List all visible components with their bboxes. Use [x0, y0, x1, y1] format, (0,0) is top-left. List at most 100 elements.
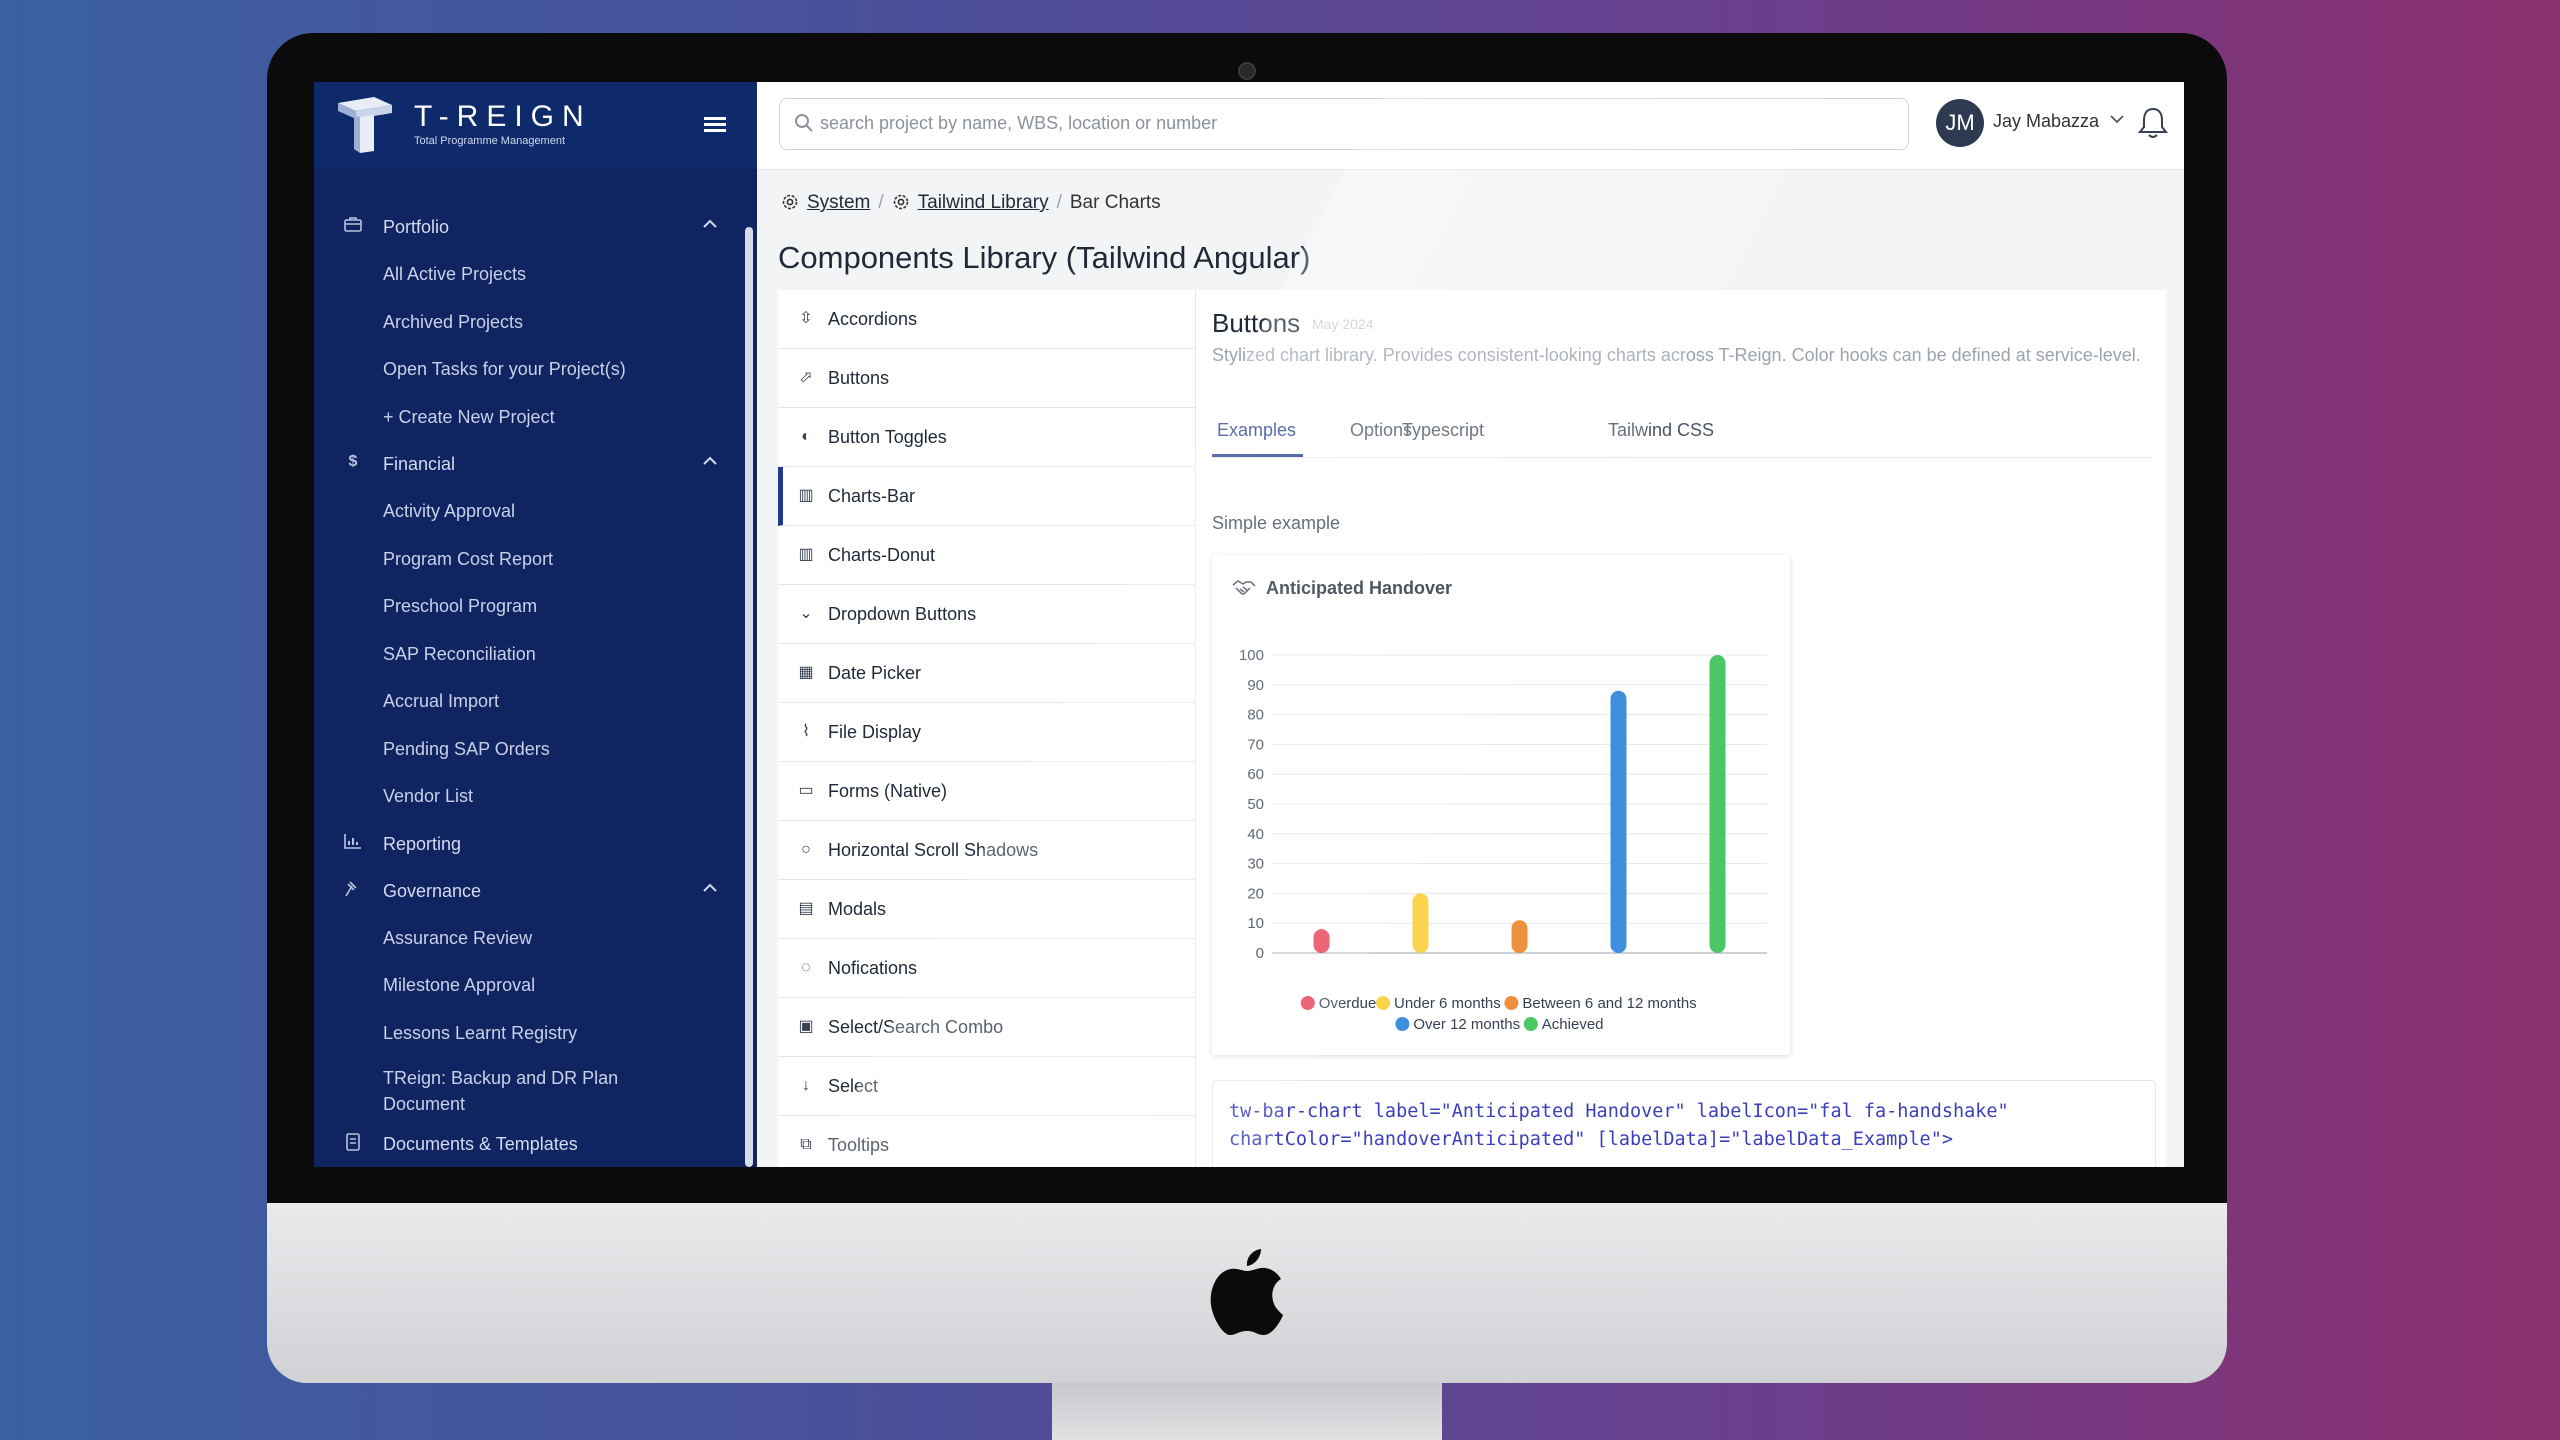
sidebar-section-governance[interactable]: Governance — [314, 868, 739, 915]
sidebar-item[interactable]: TReign: Backup and DR Plan Document — [314, 1057, 739, 1121]
sidebar-section-portfolio[interactable]: Portfolio — [314, 204, 739, 251]
y-tick-label: 10 — [1247, 915, 1264, 932]
legend-swatch — [1376, 996, 1390, 1010]
breadcrumb-tailwind-library-link[interactable]: Tailwind Library — [918, 192, 1049, 213]
sidebar-item[interactable]: All Active Projects — [314, 251, 739, 299]
avatar[interactable]: JM — [1936, 99, 1984, 147]
sidebar-section-documents-templates[interactable]: Documents & Templates — [314, 1121, 739, 1167]
chevron-up-icon[interactable] — [702, 216, 718, 232]
bar-chart-icon: ▥ — [798, 546, 814, 563]
sidebar-item[interactable]: Archived Projects — [314, 299, 739, 347]
chevron-down-icon[interactable] — [2109, 113, 2125, 125]
sidebar-item[interactable]: Preschool Program — [314, 583, 739, 631]
t-reign-logo[interactable] — [334, 95, 398, 155]
sidebar-scrollbar[interactable] — [745, 227, 753, 1167]
bar-overdue[interactable] — [1313, 929, 1330, 953]
sidebar-item[interactable]: Activity Approval — [314, 488, 739, 536]
calendar-icon: ▦ — [798, 664, 814, 681]
sidebar-section-financial[interactable]: $ Financial — [314, 441, 739, 488]
window-icon: ▤ — [798, 900, 814, 917]
legend-item[interactable]: Under 6 months — [1376, 995, 1501, 1012]
component-list-item[interactable]: ◌ Nofications — [778, 939, 1195, 998]
breadcrumb-current: Bar Charts — [1069, 192, 1161, 213]
dollar-icon: $ — [348, 453, 358, 470]
legend-item[interactable]: Between 6 and 12 months — [1504, 995, 1697, 1012]
sidebar-item[interactable]: Lessons Learnt Registry — [314, 1010, 739, 1058]
sidebar-item[interactable]: Assurance Review — [314, 915, 739, 963]
y-tick-label: 30 — [1247, 856, 1264, 873]
user-name[interactable]: Jay Mabazza — [1993, 111, 2099, 132]
search-input[interactable]: search project by name, WBS, location or… — [779, 98, 1909, 150]
legend-swatch — [1504, 996, 1519, 1010]
component-list-item[interactable]: ⧉ Tooltips — [778, 1116, 1195, 1167]
code-text: tw-bar-chart label="Anticipated Handover… — [1229, 1098, 2009, 1154]
bell-icon[interactable] — [2138, 106, 2168, 140]
tab-tailwind-css[interactable]: Tailwind CSS — [1608, 420, 1714, 441]
component-list-item[interactable]: ◐ Button Toggles — [778, 408, 1195, 467]
component-list-label: Dropdown Buttons — [828, 604, 977, 624]
document-icon — [344, 1133, 362, 1151]
component-list-item[interactable]: ▭ Forms (Native) — [778, 762, 1195, 821]
legend-label: Between 6 and 12 months — [1522, 995, 1696, 1012]
bar-over-12-months[interactable] — [1610, 690, 1627, 953]
component-list-item[interactable]: ⌄ Dropdown Buttons — [778, 585, 1195, 644]
bar-chart: 0 10 20 30 40 50 60 70 80 90 100 Overdue Under 6 mon… — [1239, 647, 1767, 1033]
sidebar-item[interactable]: SAP Reconciliation — [314, 631, 739, 679]
gavel-icon — [344, 880, 362, 898]
y-tick-label: 70 — [1247, 736, 1264, 753]
sidebar-nav: Portfolio All Active Projects Archived Pro… — [314, 204, 739, 1167]
bar-under-6-months[interactable] — [1412, 893, 1429, 953]
sidebar-section-reporting[interactable]: Reporting — [314, 821, 739, 868]
paperclip-icon: ⌇ — [802, 723, 810, 740]
section-label: Simple example — [1212, 513, 1341, 533]
component-list-item[interactable]: ▦ Date Picker — [778, 644, 1195, 703]
sidebar-item[interactable]: Milestone Approval — [314, 962, 739, 1010]
component-list-item[interactable]: ⇳ Accordions — [778, 290, 1195, 349]
screen: T-REIGN Total Programme Management Portf… — [314, 82, 2184, 1167]
sidebar-item[interactable]: Program Cost Report — [314, 536, 739, 584]
accordion-icon: ⇳ — [799, 310, 813, 327]
brand-name: T-REIGN — [414, 100, 592, 133]
bar-between-6-and-12-months[interactable] — [1511, 920, 1528, 953]
gear-icon — [782, 194, 798, 210]
component-list-label: Button Toggles — [828, 427, 947, 447]
sidebar-item[interactable]: Open Tasks for your Project(s) — [314, 346, 739, 394]
legend-item[interactable]: Achieved — [1523, 1016, 1604, 1033]
component-list-label: Select — [828, 1076, 879, 1096]
component-list-item[interactable]: ↓ Select — [778, 1057, 1195, 1116]
legend-item[interactable]: Over 12 months — [1395, 1016, 1520, 1033]
component-list-item[interactable]: ▥ Charts-Donut — [778, 526, 1195, 585]
tab-typescript[interactable]: Typescript — [1402, 420, 1484, 441]
legend-swatch — [1300, 996, 1315, 1010]
y-tick-label: 80 — [1247, 707, 1264, 724]
chevron-up-icon[interactable] — [702, 453, 718, 469]
component-list-item[interactable]: ⌇ File Display — [778, 703, 1195, 762]
sidebar-item[interactable]: Accrual Import — [314, 678, 739, 726]
component-list-label: Charts-Donut — [828, 545, 936, 565]
camera — [1238, 62, 1256, 80]
sidebar-item[interactable]: Pending SAP Orders — [314, 726, 739, 774]
component-list-label: File Display — [828, 722, 922, 742]
sidebar-item[interactable]: Vendor List — [314, 773, 739, 821]
search-icon — [795, 114, 813, 132]
component-list-label: Charts-Bar — [828, 486, 916, 506]
component-list-item[interactable]: ▣ Select/Search Combo — [778, 998, 1195, 1057]
chevron-up-icon[interactable] — [702, 880, 718, 896]
component-list-item[interactable]: ▥ Charts-Bar — [778, 467, 1195, 526]
tab-examples[interactable]: Examples — [1217, 420, 1296, 441]
sidebar-section-label: Financial — [383, 454, 456, 474]
hamburger-menu-icon[interactable] — [704, 114, 726, 135]
breadcrumb-system-link[interactable]: System — [807, 192, 870, 213]
component-list-label: Date Picker — [828, 663, 922, 683]
bar-achieved[interactable] — [1709, 655, 1726, 953]
component-list-item[interactable]: ⬀ Buttons — [778, 349, 1195, 408]
tooltip-icon: ⧉ — [800, 1136, 812, 1153]
y-tick-label: 20 — [1247, 885, 1264, 902]
component-list-item[interactable]: ○ Horizontal Scroll Shadows — [778, 821, 1195, 880]
input-icon: ▭ — [798, 782, 814, 799]
legend-item[interactable]: Overdue — [1300, 995, 1377, 1012]
sidebar-item[interactable]: + Create New Project — [314, 394, 739, 442]
breadcrumb-separator: / — [878, 192, 884, 213]
legend-label: Achieved — [1542, 1016, 1604, 1033]
component-list-item[interactable]: ▤ Modals — [778, 880, 1195, 939]
